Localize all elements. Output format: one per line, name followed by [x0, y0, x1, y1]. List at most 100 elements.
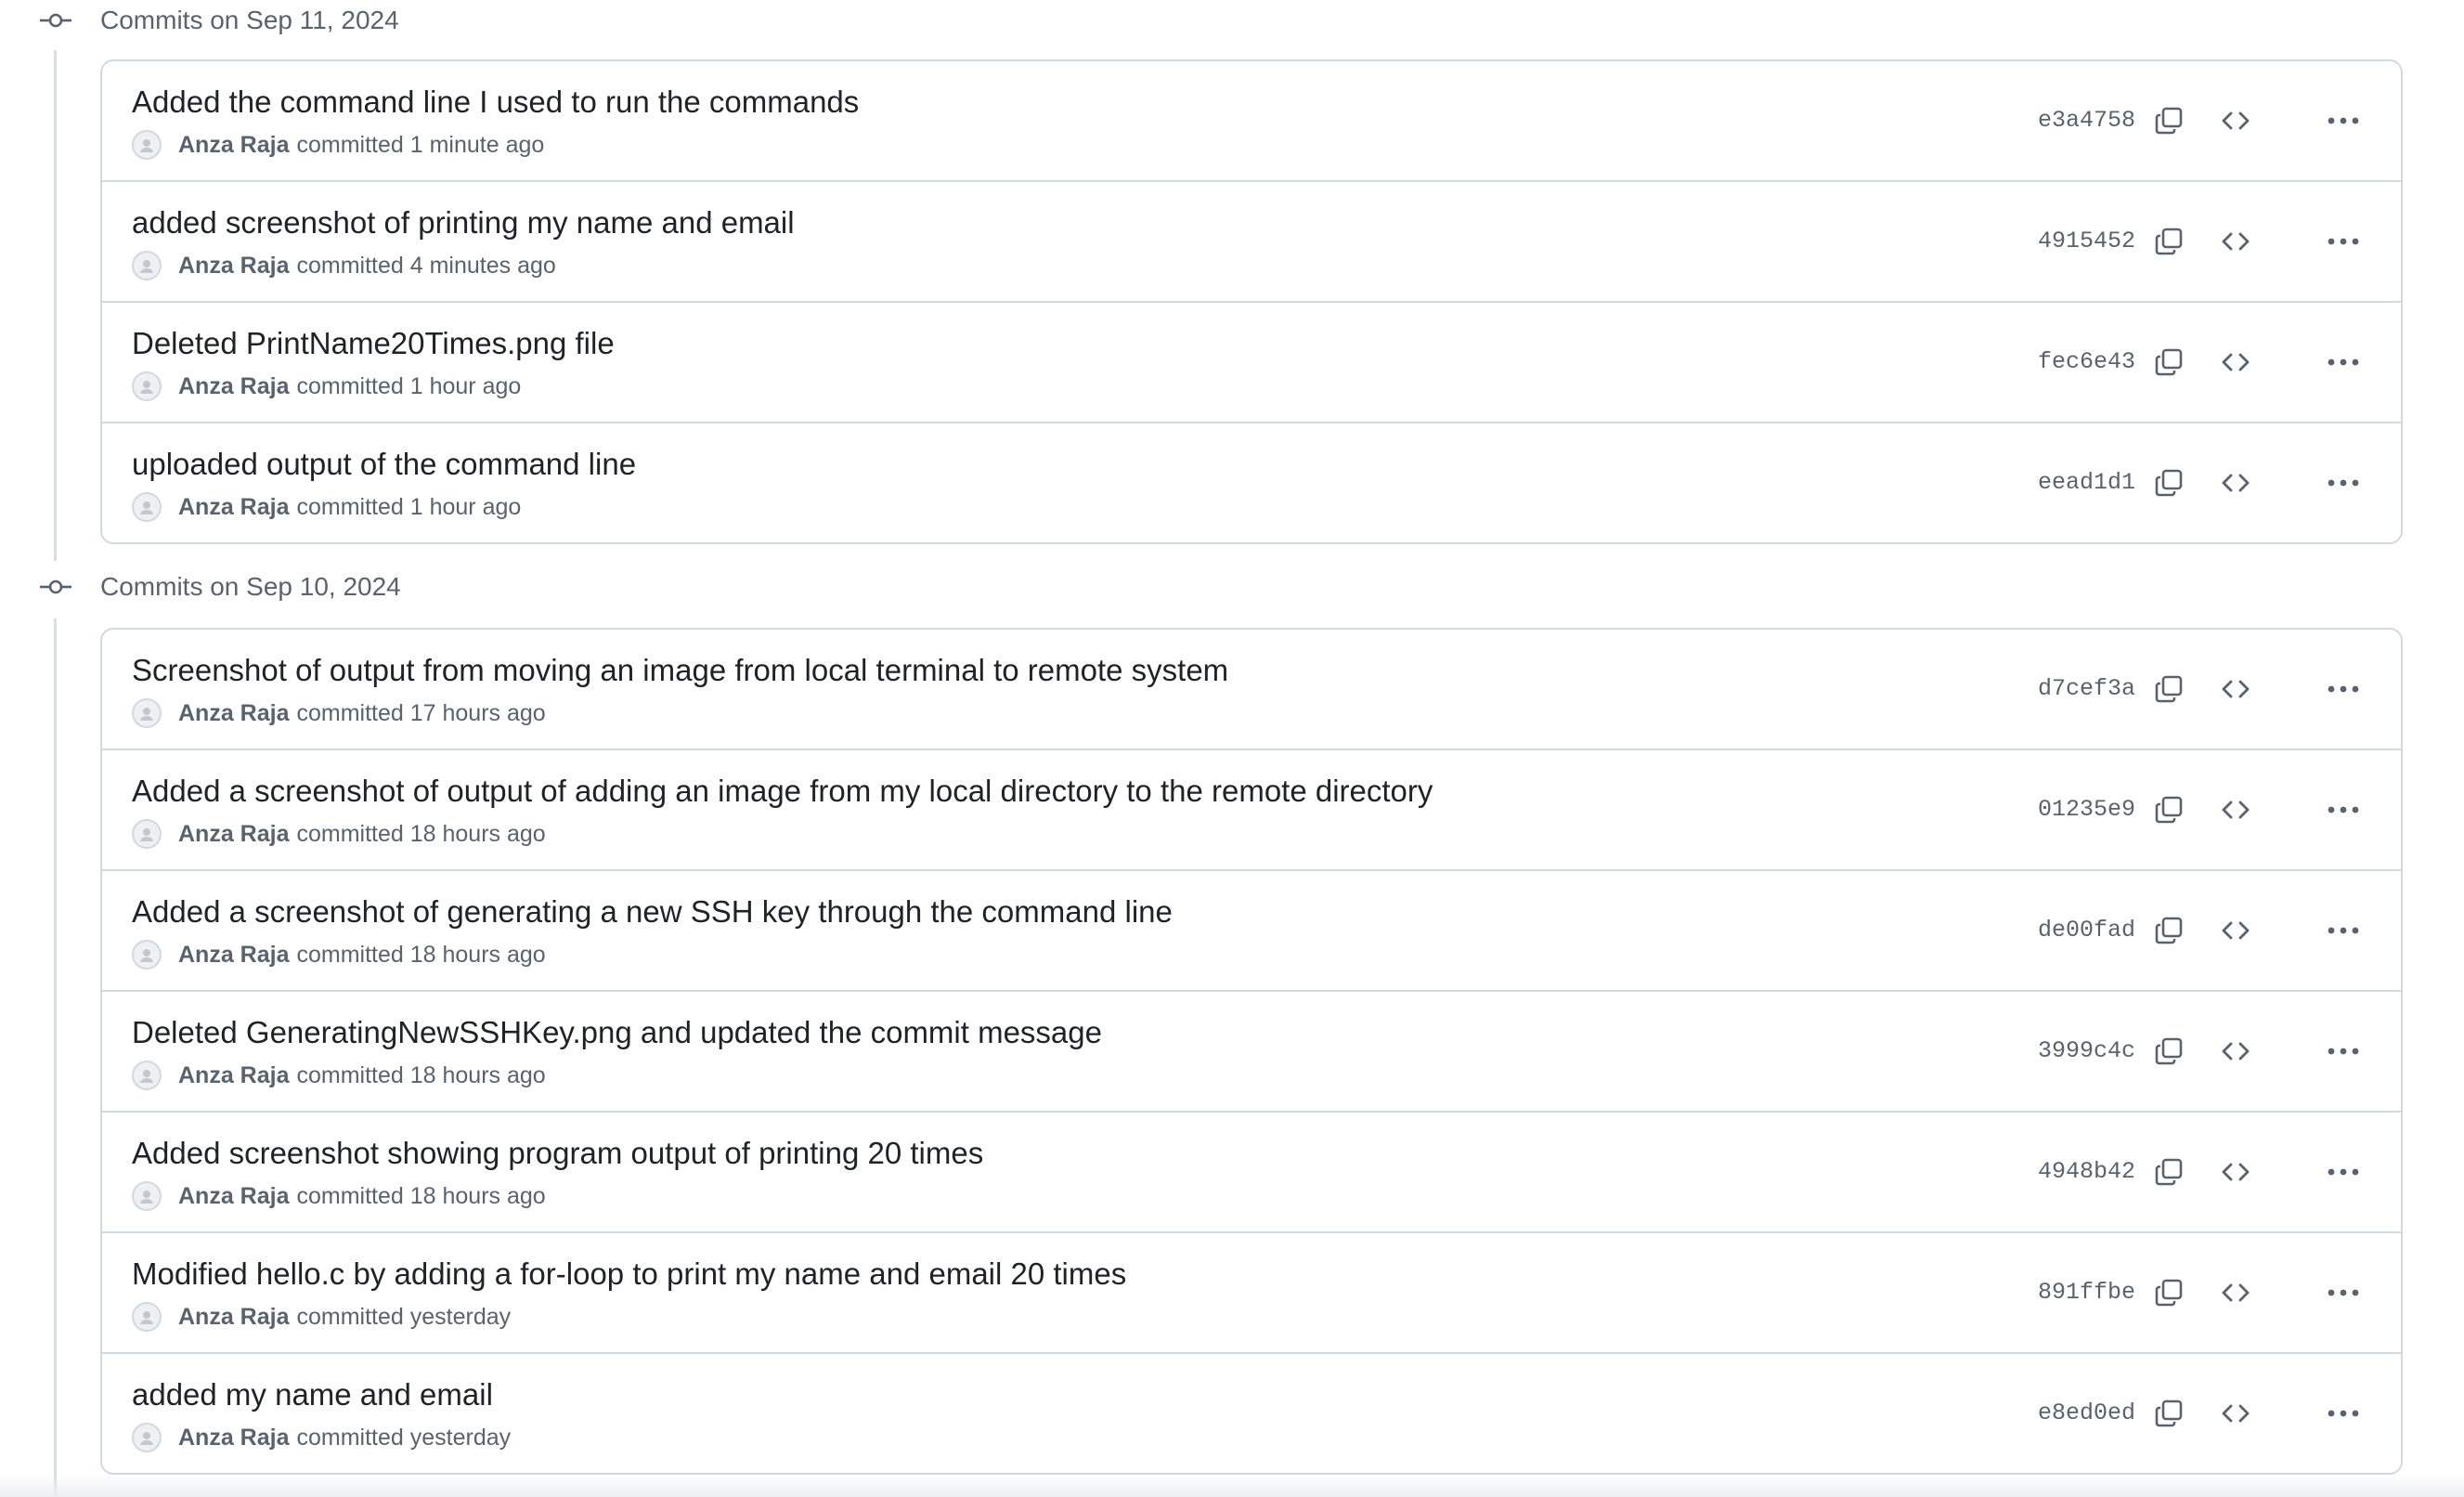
copy-icon[interactable]: [2146, 1391, 2191, 1436]
commit-sha-link[interactable]: 01235e9: [2026, 791, 2135, 828]
commit-sha-link[interactable]: e8ed0ed: [2026, 1395, 2135, 1432]
copy-icon[interactable]: [2146, 98, 2191, 143]
commit-meta: Anza Raja committed 1 minute ago: [132, 128, 544, 162]
commit-message-link[interactable]: added screenshot of printing my name and…: [132, 202, 795, 243]
kebab-horizontal-icon[interactable]: [2321, 1150, 2366, 1194]
code-brackets-icon[interactable]: [2213, 788, 2258, 832]
commit-time: committed 4 minutes ago: [296, 252, 556, 279]
commit-sha-link[interactable]: 3999c4c: [2026, 1033, 2135, 1070]
avatar-icon[interactable]: [132, 371, 162, 401]
avatar-icon[interactable]: [132, 940, 162, 970]
commit-message-link[interactable]: Added a screenshot of output of adding a…: [132, 771, 1433, 812]
code-brackets-icon[interactable]: [2213, 461, 2258, 505]
commit-row: Added a screenshot of generating a new S…: [102, 871, 2401, 992]
commit-message-link[interactable]: Added the command line I used to run the…: [132, 82, 859, 123]
kebab-horizontal-icon[interactable]: [2321, 98, 2366, 143]
kebab-horizontal-icon[interactable]: [2321, 461, 2366, 505]
code-brackets-icon[interactable]: [2213, 1270, 2258, 1315]
code-brackets-icon[interactable]: [2213, 340, 2258, 384]
copy-icon[interactable]: [2146, 461, 2191, 505]
commit-author-link[interactable]: Anza Raja: [178, 1183, 289, 1210]
avatar-icon[interactable]: [132, 130, 162, 160]
commit-author-link[interactable]: Anza Raja: [178, 700, 289, 727]
commit-message-link[interactable]: Screenshot of output from moving an imag…: [132, 650, 1228, 691]
copy-icon[interactable]: [2146, 219, 2191, 264]
commit-author-link[interactable]: Anza Raja: [178, 373, 289, 400]
copy-icon[interactable]: [2146, 1270, 2191, 1315]
kebab-horizontal-icon[interactable]: [2321, 1029, 2366, 1074]
commit-sha-link[interactable]: d7cef3a: [2026, 670, 2135, 708]
commit-row: Added the command line I used to run the…: [102, 61, 2401, 182]
commit-sha-link[interactable]: e3a4758: [2026, 102, 2135, 139]
commit-sha-link[interactable]: de00fad: [2026, 912, 2135, 949]
copy-icon[interactable]: [2146, 667, 2191, 711]
timeline-line-sep-11: [54, 50, 57, 561]
commit-time: committed 18 hours ago: [296, 941, 546, 968]
kebab-horizontal-icon[interactable]: [2321, 1270, 2366, 1315]
commit-row: Screenshot of output from moving an imag…: [102, 630, 2401, 750]
kebab-horizontal-icon[interactable]: [2321, 219, 2366, 264]
timeline-line-sep-10: [54, 618, 57, 1497]
commit-message-link[interactable]: Added a screenshot of generating a new S…: [132, 892, 1173, 932]
commit-author-link[interactable]: Anza Raja: [178, 1304, 289, 1331]
avatar-icon[interactable]: [132, 819, 162, 849]
copy-icon[interactable]: [2146, 1150, 2191, 1194]
commit-author-link[interactable]: Anza Raja: [178, 1425, 289, 1451]
commit-meta: Anza Raja committed yesterday: [132, 1300, 511, 1334]
kebab-horizontal-icon[interactable]: [2321, 340, 2366, 384]
copy-icon[interactable]: [2146, 340, 2191, 384]
commit-sha-link[interactable]: 4948b42: [2026, 1153, 2135, 1191]
code-brackets-icon[interactable]: [2213, 1029, 2258, 1074]
commit-time: committed 18 hours ago: [296, 820, 546, 847]
commit-message-link[interactable]: added my name and email: [132, 1374, 493, 1415]
commit-time: committed yesterday: [296, 1424, 512, 1451]
avatar-icon[interactable]: [132, 698, 162, 728]
commit-sha-link[interactable]: fec6e43: [2026, 344, 2135, 381]
commit-time: committed 18 hours ago: [296, 1182, 546, 1209]
commit-author-link[interactable]: Anza Raja: [178, 1062, 289, 1089]
code-brackets-icon[interactable]: [2213, 667, 2258, 711]
commit-message-link[interactable]: Deleted PrintName20Times.png file: [132, 323, 615, 364]
kebab-horizontal-icon[interactable]: [2321, 667, 2366, 711]
commit-message-link[interactable]: Modified hello.c by adding a for-loop to…: [132, 1254, 1126, 1295]
avatar-icon[interactable]: [132, 251, 162, 280]
code-brackets-icon[interactable]: [2213, 908, 2258, 953]
commit-sha-link[interactable]: eead1d1: [2026, 464, 2135, 501]
kebab-horizontal-icon[interactable]: [2321, 788, 2366, 832]
commit-sha-link[interactable]: 891ffbe: [2026, 1274, 2135, 1311]
code-brackets-icon[interactable]: [2213, 98, 2258, 143]
commit-message-link[interactable]: Added screenshot showing program output …: [132, 1133, 983, 1174]
kebab-horizontal-icon[interactable]: [2321, 1391, 2366, 1436]
commit-author-link[interactable]: Anza Raja: [178, 253, 289, 280]
commit-group-header: Commits on Sep 10, 2024: [0, 566, 836, 607]
avatar-icon[interactable]: [132, 1302, 162, 1332]
commit-time: committed 17 hours ago: [296, 699, 546, 726]
commit-time: committed 18 hours ago: [296, 1061, 546, 1088]
commit-author-link[interactable]: Anza Raja: [178, 821, 289, 848]
commit-row: Deleted PrintName20Times.png file Anza R…: [102, 303, 2401, 423]
commit-group-title: Commits on Sep 10, 2024: [100, 572, 401, 601]
commit-group-header: Commits on Sep 11, 2024: [0, 0, 836, 41]
commit-author-link[interactable]: Anza Raja: [178, 132, 289, 159]
code-brackets-icon[interactable]: [2213, 219, 2258, 264]
commit-message-link[interactable]: Deleted GeneratingNewSSHKey.png and upda…: [132, 1012, 1102, 1053]
commit-sha-link[interactable]: 4915452: [2026, 223, 2135, 260]
commit-meta: Anza Raja committed 18 hours ago: [132, 1179, 546, 1213]
kebab-horizontal-icon[interactable]: [2321, 908, 2366, 953]
commit-time: committed yesterday: [296, 1303, 512, 1330]
commit-author-link[interactable]: Anza Raja: [178, 942, 289, 969]
commit-row: Deleted GeneratingNewSSHKey.png and upda…: [102, 992, 2401, 1113]
commit-row: added screenshot of printing my name and…: [102, 182, 2401, 303]
avatar-icon[interactable]: [132, 1181, 162, 1211]
copy-icon[interactable]: [2146, 788, 2191, 832]
avatar-icon[interactable]: [132, 1423, 162, 1452]
commit-meta: Anza Raja committed 18 hours ago: [132, 817, 546, 851]
code-brackets-icon[interactable]: [2213, 1150, 2258, 1194]
avatar-icon[interactable]: [132, 492, 162, 522]
code-brackets-icon[interactable]: [2213, 1391, 2258, 1436]
copy-icon[interactable]: [2146, 1029, 2191, 1074]
commit-author-link[interactable]: Anza Raja: [178, 494, 289, 521]
copy-icon[interactable]: [2146, 908, 2191, 953]
avatar-icon[interactable]: [132, 1061, 162, 1090]
commit-message-link[interactable]: uploaded output of the command line: [132, 444, 636, 485]
